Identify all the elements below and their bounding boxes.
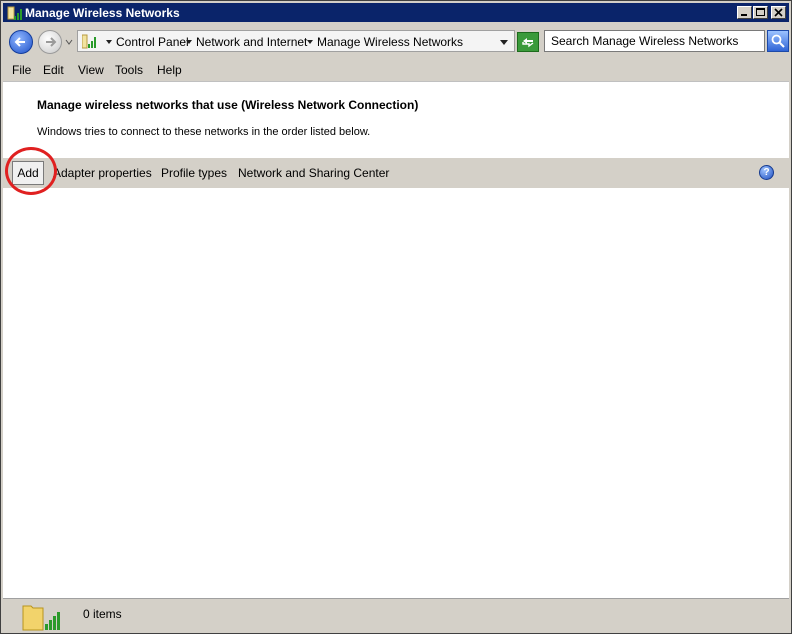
menu-bar: File Edit View Tools Help [3, 60, 789, 79]
back-button[interactable] [9, 30, 33, 54]
maximize-icon [756, 8, 765, 16]
page-description: Windows tries to connect to these networ… [37, 126, 371, 138]
menu-help[interactable]: Help [157, 63, 182, 77]
status-bar: 0 items [3, 598, 789, 632]
breadcrumb-separator-icon[interactable] [106, 40, 112, 44]
address-bar[interactable]: Control Panel Network and Internet Manag… [77, 30, 515, 52]
search-button[interactable] [767, 30, 789, 52]
close-icon [774, 8, 783, 17]
main-content: Manage wireless networks that use (Wirel… [3, 81, 789, 598]
minimize-icon [741, 14, 747, 16]
breadcrumb-network-and-internet[interactable]: Network and Internet [196, 35, 307, 49]
window-title: Manage Wireless Networks [25, 6, 180, 20]
close-button[interactable] [771, 6, 786, 19]
adapter-properties-button[interactable]: Adapter properties [53, 166, 152, 180]
arrow-left-icon [14, 37, 25, 47]
title-bar[interactable]: Manage Wireless Networks [3, 3, 789, 22]
menu-tools[interactable]: Tools [115, 63, 143, 77]
forward-button[interactable] [38, 30, 62, 54]
profile-types-button[interactable]: Profile types [161, 166, 227, 180]
wireless-signal-icon [82, 34, 96, 49]
refresh-button[interactable] [517, 32, 539, 52]
search-input[interactable]: Search Manage Wireless Networks [544, 30, 765, 52]
menu-file[interactable]: File [12, 63, 31, 77]
help-icon[interactable]: ? [759, 165, 774, 180]
help-glyph: ? [763, 167, 770, 178]
command-bar: Add Adapter properties Profile types Net… [3, 158, 789, 188]
wireless-folder-icon [22, 605, 60, 631]
breadcrumb-manage-wireless-networks[interactable]: Manage Wireless Networks [317, 35, 463, 49]
page-heading: Manage wireless networks that use (Wirel… [37, 98, 419, 112]
search-icon [771, 34, 785, 48]
app-window: Manage Wireless Networks Control Panel N… [0, 0, 792, 634]
maximize-button[interactable] [753, 6, 768, 19]
wireless-signal-icon [7, 6, 22, 20]
breadcrumb-separator-icon[interactable] [186, 40, 192, 44]
annotation-circle [5, 147, 57, 195]
chevron-down-icon[interactable] [65, 37, 73, 47]
status-item-count: 0 items [83, 607, 122, 621]
breadcrumb-control-panel[interactable]: Control Panel [116, 35, 189, 49]
minimize-button[interactable] [737, 6, 752, 19]
network-sharing-center-link[interactable]: Network and Sharing Center [238, 166, 389, 180]
menu-view[interactable]: View [78, 63, 104, 77]
refresh-icon [522, 38, 534, 48]
address-dropdown-icon[interactable] [500, 40, 508, 45]
address-toolbar: Control Panel Network and Internet Manag… [3, 24, 789, 58]
breadcrumb-separator-icon[interactable] [307, 40, 313, 44]
menu-edit[interactable]: Edit [43, 63, 64, 77]
arrow-right-icon [46, 37, 57, 47]
